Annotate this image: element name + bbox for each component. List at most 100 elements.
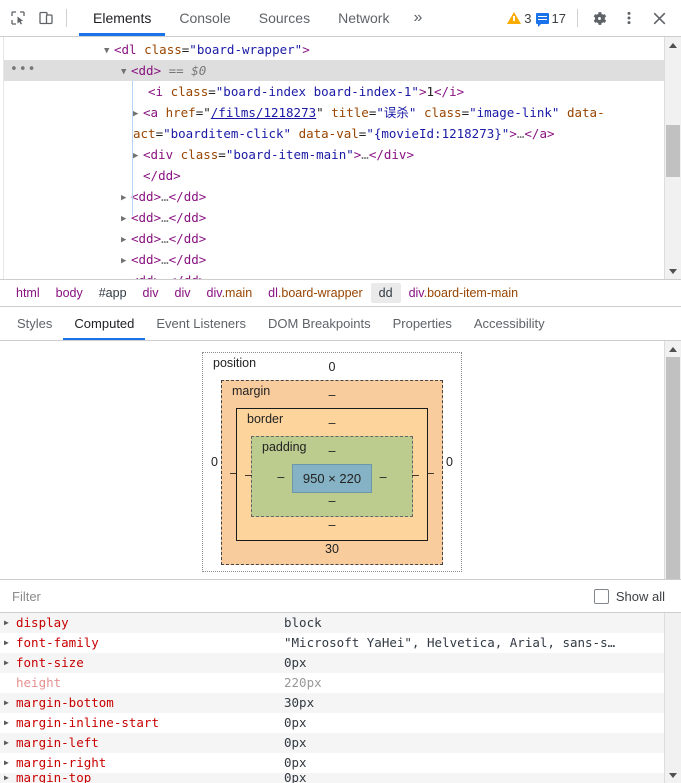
breadcrumb-item-div[interactable]: div	[167, 283, 199, 303]
filter-input[interactable]	[10, 587, 594, 605]
expand-twisty-icon[interactable]	[121, 251, 131, 272]
computed-property-row[interactable]: ▶ font-size 0px	[0, 653, 664, 673]
dom-tree-row[interactable]: act="boarditem-click" data-val="{movieId…	[4, 123, 664, 144]
breadcrumb-item-html[interactable]: html	[8, 283, 48, 303]
property-expand-twisty-icon[interactable]: ▶	[4, 773, 16, 783]
expand-twisty-icon[interactable]	[121, 230, 131, 251]
property-expand-twisty-icon[interactable]: ▶	[4, 733, 16, 753]
breadcrumb-item-div[interactable]: div	[135, 283, 167, 303]
property-expand-twisty-icon[interactable]: ▶	[4, 613, 16, 633]
border-bottom-value[interactable]: –	[251, 517, 413, 534]
issues-badge-group[interactable]: 3 17	[503, 11, 570, 27]
sidebar-tab-event-listeners[interactable]: Event Listeners	[145, 307, 257, 340]
box-model-content-size[interactable]: 950 × 220	[291, 464, 373, 493]
tab-network[interactable]: Network	[324, 0, 403, 36]
sidebar-tab-properties[interactable]: Properties	[382, 307, 463, 340]
breadcrumb[interactable]: html body #app div div div.main dl.board-wrapp…	[0, 280, 681, 307]
breadcrumb-item-div-main[interactable]: div.main	[199, 283, 261, 303]
scroll-up-arrow-icon[interactable]	[665, 37, 681, 53]
position-left-value[interactable]: 0	[211, 455, 218, 469]
dom-tree-row[interactable]: <a href="/films/1218273" title = "误杀" clas…	[4, 102, 664, 123]
dom-tree-row[interactable]: <dd>…</dd>	[4, 228, 664, 249]
dom-tree-row[interactable]: </dd>	[4, 165, 664, 186]
dom-token-attrlink[interactable]: /films/1218273	[211, 105, 316, 120]
more-panels-icon[interactable]: »	[403, 0, 432, 36]
computed-property-row[interactable]: ▶ display block	[0, 613, 664, 633]
dom-token-tagname: i	[155, 84, 164, 99]
box-model-border-layer[interactable]: border – padding – – 950 × 220 – – – – –	[236, 408, 428, 541]
warning-badge[interactable]: 3	[507, 11, 532, 26]
property-expand-twisty-icon[interactable]: ▶	[4, 753, 16, 773]
dom-tree-row-selected[interactable]: ••• <dd> == $0	[4, 60, 664, 81]
box-model-position-layer[interactable]: position 0 0 0 margin – border – padding…	[202, 352, 462, 572]
expand-twisty-icon[interactable]	[104, 41, 114, 62]
dom-tree-row[interactable]: <dd>…</dd>	[4, 249, 664, 270]
property-expand-twisty-icon[interactable]: ▶	[4, 693, 16, 713]
computed-property-row[interactable]: ▶ margin-inline-start 0px	[0, 713, 664, 733]
property-expand-twisty-icon[interactable]: ▶	[4, 633, 16, 653]
padding-right-value[interactable]: –	[372, 470, 394, 484]
box-model-padding-layer[interactable]: padding – – 950 × 220 – –	[251, 436, 413, 517]
scroll-down-arrow-icon[interactable]	[665, 263, 681, 279]
expand-twisty-icon[interactable]	[133, 146, 143, 167]
computed-property-row[interactable]: ▶ margin-top 0px	[0, 773, 664, 783]
expand-twisty-icon[interactable]	[121, 209, 131, 230]
property-expand-twisty-icon[interactable]: ▶	[4, 713, 16, 733]
dom-tree[interactable]: <dl class="board-wrapper">•••<dd> == $0<…	[4, 37, 664, 279]
dom-tree-scrollbar[interactable]	[664, 37, 681, 279]
sidebar-tab-dom-breakpoints[interactable]: DOM Breakpoints	[257, 307, 382, 340]
properties-scrollbar[interactable]	[664, 613, 681, 783]
tab-console[interactable]: Console	[165, 0, 244, 36]
dom-tree-row[interactable]: <dd>…</dd>	[4, 270, 664, 279]
dom-tree-row[interactable]: <div class="board-item-main">…</div>	[4, 144, 664, 165]
property-expand-twisty-icon[interactable]: ▶	[4, 653, 16, 673]
show-all-toggle[interactable]: Show all	[593, 588, 671, 604]
dom-scrollbar-thumb[interactable]	[666, 125, 680, 177]
computed-scroll-up-arrow-icon[interactable]	[665, 341, 681, 357]
sidebar-tab-computed[interactable]: Computed	[63, 307, 146, 340]
tab-elements[interactable]: Elements	[79, 0, 166, 36]
border-right-value[interactable]: –	[412, 468, 419, 482]
box-model-margin-layer[interactable]: margin – border – padding – – 950 × 220	[221, 380, 443, 565]
show-all-checkbox[interactable]	[593, 588, 609, 604]
dom-row-more-icon[interactable]: •••	[10, 63, 36, 76]
breadcrumb-item-dd[interactable]: dd	[370, 283, 401, 303]
padding-bottom-value[interactable]: –	[266, 493, 398, 510]
computed-property-row[interactable]: ▶ margin-left 0px	[0, 733, 664, 753]
margin-bottom-value[interactable]: 30	[236, 541, 428, 558]
breadcrumb-item-dl-board-wrapper[interactable]: dl.board-wrapper	[260, 283, 371, 303]
properties-scroll-down-arrow-icon[interactable]	[665, 767, 681, 783]
tab-sources[interactable]: Sources	[245, 0, 324, 36]
padding-left-value[interactable]: –	[270, 470, 292, 484]
computed-panel-scrollbar[interactable]	[664, 341, 681, 579]
computed-properties-list[interactable]: ▶ display block ▶ font-family "Microsoft YaHe…	[0, 613, 664, 783]
kebab-menu-icon[interactable]	[615, 4, 643, 32]
close-icon[interactable]	[645, 4, 673, 32]
margin-left-value[interactable]: –	[230, 466, 237, 480]
breadcrumb-item-div-board-item-main[interactable]: div.board-item-main	[401, 283, 527, 303]
sidebar-tab-styles[interactable]: Styles	[6, 307, 63, 340]
computed-property-row[interactable]: ▶ margin-right 0px	[0, 753, 664, 773]
inspect-element-icon[interactable]	[4, 4, 32, 32]
computed-property-row[interactable]: ▶ font-family "Microsoft YaHei", Helvetica…	[0, 633, 664, 653]
breadcrumb-item-app[interactable]: #app	[91, 283, 135, 303]
computed-property-row[interactable]: ▶ margin-bottom 30px	[0, 693, 664, 713]
margin-right-value[interactable]: –	[427, 466, 434, 480]
gear-icon[interactable]	[585, 4, 613, 32]
breadcrumb-item-body[interactable]: body	[48, 283, 91, 303]
dom-tree-row[interactable]: <dl class="board-wrapper">	[4, 39, 664, 60]
message-badge[interactable]: 17	[535, 11, 566, 27]
position-right-value[interactable]: 0	[446, 455, 453, 469]
border-left-value[interactable]: –	[245, 468, 252, 482]
dom-tree-row[interactable]: <dd>…</dd>	[4, 207, 664, 228]
expand-twisty-icon[interactable]	[133, 104, 143, 125]
device-toolbar-icon[interactable]	[32, 4, 60, 32]
computed-scrollbar-thumb[interactable]	[666, 357, 680, 579]
dom-tree-row[interactable]: <i class="board-index board-index-1">1</…	[4, 81, 664, 102]
expand-twisty-icon[interactable]	[121, 62, 131, 83]
dom-tree-row[interactable]: <dd>…</dd>	[4, 186, 664, 207]
computed-property-row[interactable]: height 220px	[0, 673, 664, 693]
expand-twisty-icon[interactable]	[121, 188, 131, 209]
expand-twisty-icon[interactable]	[121, 272, 131, 279]
sidebar-tab-accessibility[interactable]: Accessibility	[463, 307, 556, 340]
